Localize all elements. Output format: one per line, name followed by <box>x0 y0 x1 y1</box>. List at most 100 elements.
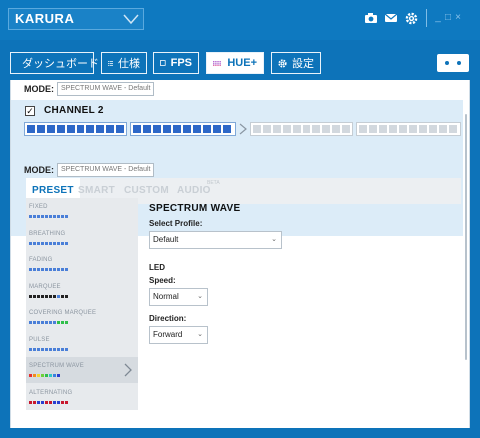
led-cell <box>429 125 437 133</box>
swatch-cell <box>29 321 32 324</box>
tab-fps[interactable]: FPS <box>153 52 199 74</box>
swatch-cell <box>61 268 64 271</box>
scrollbar[interactable] <box>465 114 467 360</box>
swatch-cell <box>53 294 56 298</box>
led-cell <box>389 125 397 133</box>
device-button[interactable] <box>437 54 469 72</box>
tab-label: 設定 <box>292 58 314 70</box>
swatch-cell <box>45 241 48 245</box>
led-cell <box>116 125 125 133</box>
swatch-cell <box>57 321 60 324</box>
direction-select[interactable]: Forward ⌄ <box>149 326 208 344</box>
led-strip-4[interactable] <box>356 122 461 136</box>
product-select[interactable]: KARURA <box>8 8 144 30</box>
chevron-down-icon: ⌄ <box>197 331 203 338</box>
chevron-down-icon: ⌄ <box>197 293 203 300</box>
led-cell <box>342 125 351 133</box>
tab-label: ダッシュボード <box>22 58 99 70</box>
square-icon <box>160 60 166 66</box>
tab-settings[interactable]: 設定 <box>271 52 321 74</box>
minimize-button[interactable]: _ <box>433 9 443 27</box>
swatch-cell <box>37 215 40 218</box>
swatch-cell <box>41 268 44 271</box>
beta-badge: BETA <box>207 180 220 186</box>
tab-hue[interactable]: HUE+ <box>206 52 264 74</box>
preset-item[interactable]: COVERING MARQUEE <box>26 304 138 330</box>
led-cell <box>439 125 447 133</box>
swatch-cell <box>65 400 68 404</box>
led-cell <box>46 125 55 133</box>
led-cell <box>322 125 331 133</box>
swatch-cell <box>61 241 64 245</box>
led-cell <box>143 125 151 133</box>
led-strip-1[interactable] <box>24 122 127 136</box>
speed-select[interactable]: Normal ⌄ <box>149 288 208 306</box>
swatch-cell <box>53 374 56 377</box>
preset-item[interactable]: ALTERNATING <box>26 384 138 410</box>
swatch-cell <box>49 347 52 351</box>
preset-name: ALTERNATING <box>29 389 73 396</box>
swatch-cell <box>33 268 36 271</box>
preset-item[interactable]: BREATHING <box>26 225 138 251</box>
preset-item[interactable]: SPECTRUM WAVE <box>26 357 138 383</box>
maximize-button[interactable]: □ <box>443 9 453 27</box>
chevron-down-icon <box>123 14 139 25</box>
close-button[interactable]: × <box>453 9 463 27</box>
led-cell <box>163 125 171 133</box>
tab-dashboard[interactable]: ダッシュボード <box>10 52 99 74</box>
swatch-cell <box>57 374 60 377</box>
led-cell <box>223 125 231 133</box>
led-cell <box>292 125 301 133</box>
swatch-cell <box>61 215 64 218</box>
led-cell <box>193 125 201 133</box>
led-cell <box>183 125 191 133</box>
preset-item[interactable]: FADING <box>26 251 138 277</box>
preset-item[interactable]: PULSE <box>26 331 138 357</box>
hue-panel: MODE: SPECTRUM WAVE - Default ✓ CHANNEL … <box>10 80 470 428</box>
swatch-cell <box>29 374 32 377</box>
preset-swatch <box>29 268 69 271</box>
led-cell <box>419 125 427 133</box>
channel1-mode: MODE: SPECTRUM WAVE - Default <box>24 82 155 96</box>
swatch-cell <box>57 268 60 271</box>
device-dot <box>457 61 461 65</box>
profile-select[interactable]: Default ⌄ <box>149 231 282 249</box>
led-cell <box>56 125 65 133</box>
swatch-cell <box>65 294 68 298</box>
preset-name: FADING <box>29 257 53 263</box>
swatch-cell <box>45 347 48 351</box>
profile-label: Select Profile: <box>149 219 203 228</box>
led-cell <box>133 125 141 133</box>
list-icon <box>108 60 113 66</box>
led-cell <box>312 125 321 133</box>
swatch-cell <box>49 294 52 298</box>
swatch-cell <box>57 215 60 218</box>
mode-value: SPECTRUM WAVE - Default <box>57 82 155 96</box>
mail-icon[interactable] <box>382 9 400 27</box>
swatch-cell <box>45 321 48 324</box>
gear-icon[interactable] <box>402 9 420 27</box>
speed-value: Normal <box>153 292 179 301</box>
main-nav: ダッシュボード 仕様 FPS HUE+ 設定 <box>0 40 480 80</box>
chevron-right-icon <box>124 363 132 377</box>
led-strip-3[interactable] <box>250 122 353 136</box>
led-cell <box>76 125 85 133</box>
swatch-cell <box>33 374 36 377</box>
channel-2-checkbox[interactable]: ✓ <box>25 106 35 116</box>
preset-swatch <box>29 241 69 245</box>
led-cell <box>27 125 35 133</box>
swatch-cell <box>65 268 68 271</box>
camera-icon[interactable] <box>362 9 380 27</box>
led-strip-2[interactable] <box>130 122 236 136</box>
led-cell <box>379 125 387 133</box>
swatch-cell <box>57 400 60 404</box>
tab-specs[interactable]: 仕様 <box>101 52 147 74</box>
led-cell <box>359 125 367 133</box>
led-cell <box>302 125 311 133</box>
swatch-cell <box>37 268 40 271</box>
direction-value: Forward <box>153 330 183 339</box>
swatch-cell <box>33 347 36 351</box>
preset-item[interactable]: FIXED <box>26 198 138 224</box>
preset-item[interactable]: MARQUEE <box>26 278 138 304</box>
swatch-cell <box>61 400 64 404</box>
